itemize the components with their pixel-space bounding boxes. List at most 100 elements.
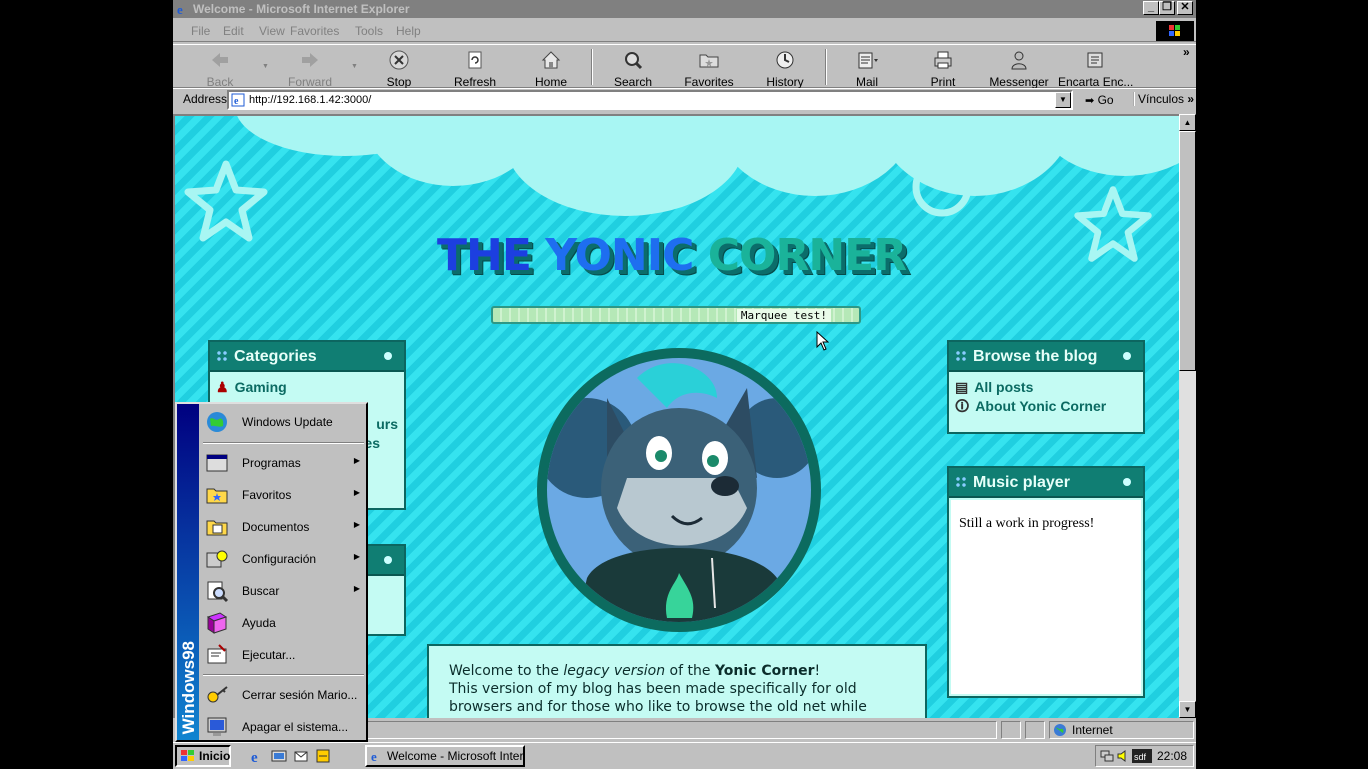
favorites-folder-icon <box>699 54 719 68</box>
start-item-favoritos[interactable]: Favoritos ▶ <box>201 479 366 511</box>
start-item-label: Configuración <box>242 552 317 566</box>
link-label: All posts <box>974 379 1034 395</box>
info-icon: 🛈 <box>955 398 970 414</box>
favorites-folder-icon <box>206 488 228 504</box>
refresh-button[interactable]: Refresh <box>438 47 512 89</box>
welcome-text: ! <box>814 663 821 679</box>
start-item-programas[interactable]: Programas ▶ <box>201 447 366 479</box>
svg-text:e: e <box>177 2 183 16</box>
globe-icon <box>1054 724 1066 736</box>
music-title: Music player <box>973 474 1070 491</box>
network-icon[interactable] <box>1100 749 1114 763</box>
address-dropdown-button[interactable]: ▼ <box>1055 92 1071 108</box>
quicklaunch-outlook-icon[interactable] <box>293 748 309 764</box>
start-item-configuracion[interactable]: Configuración ▶ <box>201 543 366 575</box>
start-item-ayuda[interactable]: Ayuda <box>201 607 366 639</box>
start-menu-separator <box>203 674 364 676</box>
menu-bar: File Edit View Favorites Tools Help <box>173 20 1196 42</box>
forward-arrow-icon <box>302 53 318 67</box>
quicklaunch-channels-icon[interactable] <box>315 748 331 764</box>
run-icon <box>207 644 227 664</box>
back-dropdown-icon[interactable]: ▼ <box>262 63 269 70</box>
mail-button[interactable]: Mail <box>830 47 904 89</box>
messenger-button[interactable]: Messenger <box>982 47 1056 89</box>
scroll-down-button[interactable]: ▼ <box>1179 701 1196 718</box>
ie-icon: e <box>177 2 183 16</box>
quicklaunch-ie-icon[interactable]: e <box>249 748 265 764</box>
encarta-button[interactable]: Encarta Enc... <box>1058 47 1133 89</box>
category-item-gaming[interactable]: ♟ Gaming <box>216 378 398 397</box>
vertical-scrollbar[interactable]: ▲ ▼ <box>1179 114 1196 718</box>
menu-view[interactable]: View <box>259 24 285 38</box>
link-about[interactable]: 🛈 About Yonic Corner <box>955 397 1137 416</box>
back-button[interactable]: Back <box>183 47 257 89</box>
search-label: Search <box>613 75 653 89</box>
submenu-arrow-icon: ▶ <box>353 552 360 561</box>
forward-button[interactable]: Forward <box>273 47 347 89</box>
address-input[interactable] <box>249 93 1049 107</box>
shutdown-icon <box>207 717 227 736</box>
menu-tools[interactable]: Tools <box>355 24 383 38</box>
print-button[interactable]: Print <box>906 47 980 89</box>
address-bar: Address e ▼ ➡ Go Vínculos » <box>173 88 1196 110</box>
start-item-ejecutar[interactable]: Ejecutar... <box>201 639 366 671</box>
stop-button[interactable]: Stop <box>362 47 436 89</box>
pin-icon <box>1123 478 1131 486</box>
home-button[interactable]: Home <box>514 47 588 89</box>
start-item-label: Ejecutar... <box>242 648 296 662</box>
start-menu-banner: Windows98 <box>177 404 199 740</box>
status-panel <box>1025 721 1045 739</box>
maximize-button[interactable]: ❐ <box>1159 1 1175 15</box>
taskbar-ie-button[interactable]: e Welcome - Microsoft Intern... <box>365 745 525 767</box>
category-label: Gaming <box>234 379 287 395</box>
toolbar-overflow-button[interactable]: » <box>1183 45 1190 59</box>
stop-label: Stop <box>386 75 412 89</box>
address-label: Address <box>183 92 228 106</box>
menu-file[interactable]: File <box>191 24 210 38</box>
window-title: Welcome - Microsoft Internet Explorer <box>193 2 410 16</box>
welcome-strong: Yonic Corner <box>714 663 815 679</box>
start-item-documentos[interactable]: Documentos ▶ <box>201 511 366 543</box>
sdf-tray-icon[interactable]: sdf <box>1132 749 1152 763</box>
menu-help[interactable]: Help <box>396 24 421 38</box>
go-button[interactable]: ➡ Go <box>1081 91 1125 109</box>
minimize-button[interactable]: _ <box>1143 1 1159 15</box>
site-title-word: YONIC <box>545 230 694 281</box>
submenu-arrow-icon: ▶ <box>353 584 360 593</box>
start-item-label: Cerrar sesión Mario... <box>242 688 358 702</box>
menu-favorites[interactable]: Favorites <box>290 24 339 38</box>
start-item-label: Ayuda <box>242 616 276 630</box>
volume-icon[interactable] <box>1116 749 1130 763</box>
history-button[interactable]: History <box>748 47 822 89</box>
messenger-label: Messenger <box>989 75 1049 89</box>
star-decoration-icon <box>1074 186 1152 262</box>
zone-panel: Internet <box>1049 721 1194 739</box>
start-item-windows-update[interactable]: Windows Update <box>201 406 366 438</box>
browse-title: Browse the blog <box>973 348 1098 365</box>
quicklaunch-desktop-icon[interactable] <box>271 748 287 764</box>
clock[interactable]: 22:08 <box>1157 749 1187 763</box>
title-bar[interactable]: e Welcome - Microsoft Internet Explorer … <box>173 0 1196 18</box>
scroll-thumb[interactable] <box>1179 131 1196 371</box>
start-item-label: Buscar <box>242 584 280 598</box>
forward-dropdown-icon[interactable]: ▼ <box>351 63 358 70</box>
start-button[interactable]: Inicio <box>175 745 231 767</box>
menu-edit[interactable]: Edit <box>223 24 244 38</box>
start-item-buscar[interactable]: Buscar ▶ <box>201 575 366 607</box>
ie-icon: e <box>371 749 377 763</box>
start-item-cerrar-sesion[interactable]: Cerrar sesión Mario... <box>201 679 366 711</box>
welcome-text: Welcome to the <box>449 663 564 679</box>
close-button[interactable]: ✕ <box>1177 1 1193 15</box>
stop-icon <box>389 50 409 70</box>
windows-flag-icon <box>181 750 194 761</box>
address-box[interactable]: e ▼ <box>227 90 1073 110</box>
start-item-apagar[interactable]: Apagar el sistema... <box>201 711 366 743</box>
scroll-up-button[interactable]: ▲ <box>1179 114 1196 131</box>
start-menu-separator <box>203 442 364 444</box>
start-item-label: Apagar el sistema... <box>242 720 349 734</box>
link-all-posts[interactable]: ▤ All posts <box>955 378 1137 397</box>
search-button[interactable]: Search <box>596 47 670 89</box>
favorites-button[interactable]: Favorites <box>672 47 746 89</box>
links-button[interactable]: Vínculos » <box>1133 92 1194 106</box>
toolbar-separator <box>591 49 593 85</box>
